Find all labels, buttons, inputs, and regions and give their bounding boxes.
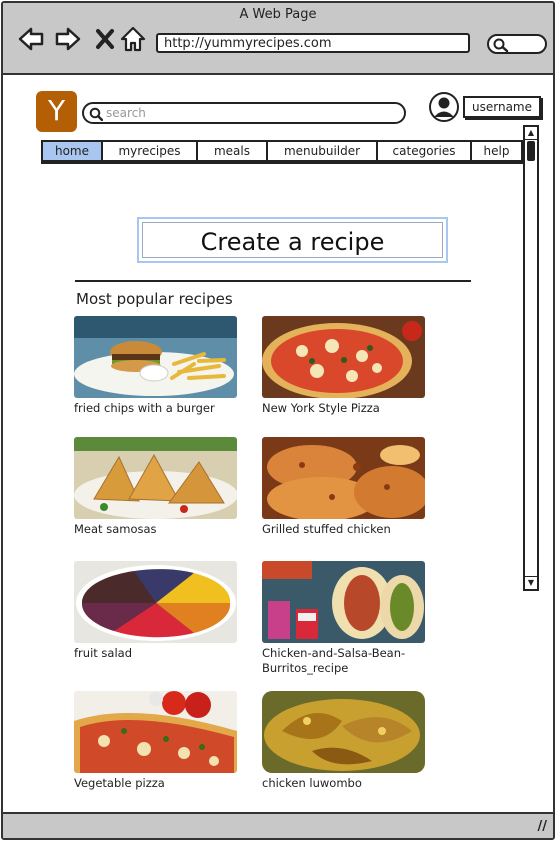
browser-window: A Web Page http://yummyrecipes.com Y sea…: [1, 1, 555, 840]
close-x-icon[interactable]: [91, 25, 119, 53]
recipe-image-pizza[interactable]: [262, 316, 425, 398]
recipe-caption[interactable]: fried chips with a burger: [74, 401, 238, 416]
forward-arrow-icon[interactable]: [54, 25, 82, 53]
browser-search-field[interactable]: [487, 34, 547, 54]
scroll-thumb[interactable]: [527, 141, 535, 161]
recipe-image-fruit-salad[interactable]: [74, 561, 237, 643]
resize-grip-icon[interactable]: //: [538, 819, 548, 834]
create-recipe-button[interactable]: Create a recipe: [137, 217, 448, 263]
search-icon: [89, 107, 103, 121]
recipe-caption[interactable]: fruit salad: [74, 646, 238, 661]
recipe-image-burger[interactable]: [74, 316, 237, 398]
divider: [75, 280, 471, 282]
recipe-caption[interactable]: Chicken-and-Salsa-Bean-Burritos_recipe: [262, 646, 426, 676]
window-title: A Web Page: [239, 7, 317, 22]
site-logo[interactable]: Y: [36, 91, 77, 132]
tab-meals[interactable]: meals: [198, 142, 268, 160]
search-icon: [493, 38, 509, 52]
home-icon[interactable]: [119, 25, 147, 53]
section-title: Most popular recipes: [76, 290, 233, 308]
back-arrow-icon[interactable]: [17, 25, 45, 53]
vertical-scrollbar[interactable]: ▲ ▼: [523, 125, 539, 591]
recipe-caption[interactable]: Vegetable pizza: [74, 776, 238, 791]
site-search-input[interactable]: search: [82, 102, 406, 124]
tab-menubuilder[interactable]: menubuilder: [268, 142, 378, 160]
main-nav: home myrecipes meals menubuilder categor…: [41, 140, 523, 162]
search-placeholder: search: [106, 106, 146, 120]
recipe-caption[interactable]: Grilled stuffed chicken: [262, 522, 426, 537]
recipe-image-samosas[interactable]: [74, 437, 237, 519]
browser-titlebar: A Web Page http://yummyrecipes.com: [3, 3, 553, 75]
recipe-image-chicken-luwombo[interactable]: [262, 691, 425, 773]
recipe-caption[interactable]: New York Style Pizza: [262, 401, 426, 416]
scroll-up-arrow-icon[interactable]: ▲: [525, 127, 537, 140]
recipe-card[interactable]: Meat samosas: [74, 437, 238, 537]
user-avatar-icon[interactable]: [429, 92, 459, 122]
tab-help[interactable]: help: [472, 142, 521, 160]
recipe-image-vegetable-pizza[interactable]: [74, 691, 237, 773]
recipe-image-burritos[interactable]: [262, 561, 425, 643]
tab-myrecipes[interactable]: myrecipes: [103, 142, 198, 160]
recipe-caption[interactable]: Meat samosas: [74, 522, 238, 537]
recipe-card[interactable]: chicken luwombo: [262, 691, 426, 791]
scroll-down-arrow-icon[interactable]: ▼: [525, 576, 537, 589]
url-bar[interactable]: http://yummyrecipes.com: [156, 33, 470, 53]
tab-home[interactable]: home: [43, 142, 103, 160]
recipe-image-grilled-chicken[interactable]: [262, 437, 425, 519]
recipe-card[interactable]: fried chips with a burger: [74, 316, 238, 416]
recipe-card[interactable]: New York Style Pizza: [262, 316, 426, 416]
recipe-caption[interactable]: chicken luwombo: [262, 776, 426, 791]
username-button[interactable]: username: [463, 96, 541, 118]
recipe-card[interactable]: Chicken-and-Salsa-Bean-Burritos_recipe: [262, 561, 426, 676]
create-recipe-label: Create a recipe: [142, 222, 443, 258]
tab-categories[interactable]: categories: [378, 142, 472, 160]
recipe-card[interactable]: Grilled stuffed chicken: [262, 437, 426, 537]
recipe-card[interactable]: fruit salad: [74, 561, 238, 661]
recipe-card[interactable]: Vegetable pizza: [74, 691, 238, 791]
browser-statusbar: //: [3, 812, 553, 838]
